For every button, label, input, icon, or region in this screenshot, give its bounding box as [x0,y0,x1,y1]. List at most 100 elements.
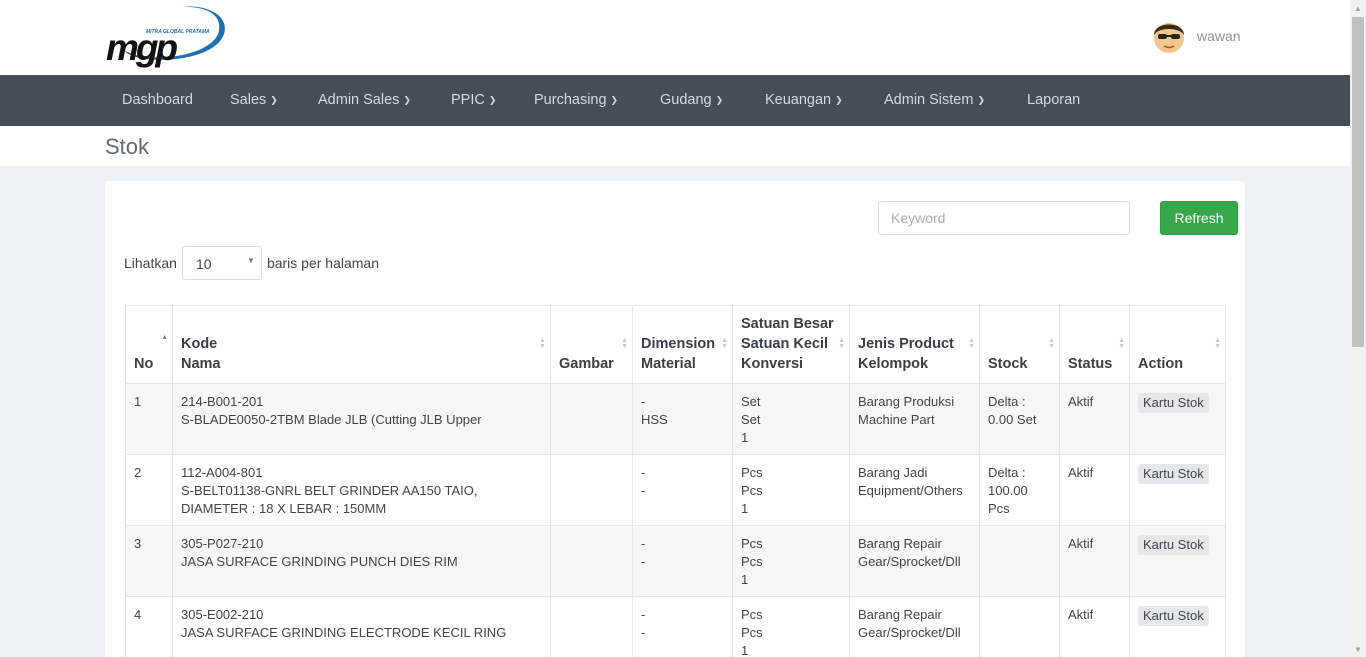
unit-conversion: 1 [741,572,749,587]
header-label: Dimension [641,336,716,352]
unit-small: Pcs [741,483,763,498]
search-input[interactable] [878,201,1130,235]
unit-large: Pcs [741,536,763,551]
sort-icon: ▲ ▼ [721,337,728,350]
column-header-action[interactable]: Action ▲ ▼ [1129,305,1226,384]
stock-panel: Refresh Lihatkan 10 ▼ baris per halaman … [105,181,1245,657]
scroll-up-icon[interactable]: ▲ [1354,4,1362,13]
product-type: Barang Repair [858,607,942,622]
item-dimension: - [641,536,646,551]
column-header-jenis-kelompok[interactable]: Jenis Product Kelompok ▲ ▼ [849,305,980,384]
company-logo[interactable]: mgp MITRA GLOBAL PRATAMA [104,4,230,68]
cell-satuan: Set Set 1 [732,383,850,455]
header-label: Nama [181,356,221,372]
column-header-status[interactable]: Status ▲ ▼ [1059,305,1130,384]
item-name: S-BLADE0050-2TBM Blade JLB (Cutting JLB … [181,412,482,427]
table-row: 4 305-E002-210 JASA SURFACE GRINDING ELEC… [125,596,1226,657]
cell-action: Kartu Stok [1129,383,1226,455]
header-label: Status [1068,356,1113,372]
nav-laporan[interactable]: Laporan [1027,75,1080,126]
nav-ppic[interactable]: PPIC ❯ [451,75,496,126]
cell-gambar [550,596,633,657]
nav-admin-sistem[interactable]: Admin Sistem ❯ [884,75,985,126]
item-name: JASA SURFACE GRINDING ELECTRODE KECIL RI… [181,625,507,640]
kartu-stok-button[interactable]: Kartu Stok [1138,535,1209,555]
product-group: Gear/Sprocket/Dll [858,625,961,640]
column-header-kode-nama[interactable]: Kode Nama ▲ ▼ [172,305,551,384]
nav-keuangan[interactable]: Keuangan ❯ [765,75,843,126]
stock-line: Pcs [988,501,1010,516]
cell-stock: Delta : 100.00 Pcs [979,454,1060,526]
username[interactable]: wawan [1197,28,1241,44]
user-menu[interactable]: wawan [1150,17,1241,55]
header-label: Kode [181,336,218,352]
nav-label: PPIC [451,92,485,108]
sort-icon: ▲ ▼ [1048,337,1055,350]
product-group: Machine Part [858,412,935,427]
item-name: JASA SURFACE GRINDING PUNCH DIES RIM [181,554,458,569]
unit-large: Pcs [741,607,763,622]
length-prefix-label: Lihatkan [124,255,177,271]
item-code: 214-B001-201 [181,394,264,409]
nav-label: Admin Sales [318,92,400,108]
cell-satuan: Pcs Pcs 1 [732,454,850,526]
column-header-no[interactable]: No ▲ [125,305,173,384]
nav-purchasing[interactable]: Purchasing ❯ [534,75,618,126]
cell-status: Aktif [1059,596,1130,657]
unit-conversion: 1 [741,501,749,516]
cell-jenis-kelompok: Barang Produksi Machine Part [849,383,980,455]
cell-stock [979,596,1060,657]
item-dimension: - [641,394,646,409]
nav-dashboard[interactable]: Dashboard [122,75,193,126]
kartu-stok-button[interactable]: Kartu Stok [1138,464,1209,484]
product-type: Barang Produksi [858,394,955,409]
scroll-down-icon[interactable]: ▼ [1354,645,1362,654]
scrollbar-thumb[interactable] [1352,17,1364,347]
stock-line: 100.00 [988,483,1028,498]
stock-table: No ▲ Kode Nama ▲ ▼ Gambar ▲ ▼ Dimension Materia… [125,305,1226,657]
item-material: HSS [641,412,668,427]
nav-label: Purchasing [534,92,607,108]
column-header-gambar[interactable]: Gambar ▲ ▼ [550,305,633,384]
cell-dimension-material: - HSS [632,383,733,455]
table-row: 1 214-B001-201 S-BLADE0050-2TBM Blade JLB… [125,383,1226,455]
kartu-stok-button[interactable]: Kartu Stok [1138,393,1209,413]
nav-sales[interactable]: Sales ❯ [230,75,278,126]
cell-status: Aktif [1059,525,1130,597]
header-label: Kelompok [858,356,929,372]
header-label: Material [641,356,696,372]
sort-icon: ▲ ▼ [838,337,845,350]
sort-icon: ▲ ▼ [968,337,975,350]
vertical-scrollbar[interactable]: ▲ ▼ [1350,0,1366,657]
cell-no: 4 [125,596,173,657]
chevron-down-icon: ❯ [715,95,724,105]
unit-small: Set [741,412,761,427]
page-length-select[interactable]: 10 ▼ [181,246,262,280]
cell-jenis-kelompok: Barang Repair Gear/Sprocket/Dll [849,525,980,597]
cell-status: Aktif [1059,383,1130,455]
cell-kode-nama: 214-B001-201 S-BLADE0050-2TBM Blade JLB (… [172,383,551,455]
header-label: No [134,356,154,372]
cell-kode-nama: 305-E002-210 JASA SURFACE GRINDING ELECTR… [172,596,551,657]
cell-no: 1 [125,383,173,455]
chevron-down-icon: ❯ [488,95,497,105]
item-material: - [641,625,646,640]
chevron-down-icon: ❯ [977,95,985,105]
kartu-stok-button[interactable]: Kartu Stok [1138,606,1209,626]
chevron-down-icon: ❯ [610,95,619,105]
column-header-dimension-material[interactable]: Dimension Material ▲ ▼ [632,305,733,384]
header-label: Satuan Kecil [741,336,829,352]
unit-large: Pcs [741,465,763,480]
sort-icon: ▲ ▼ [621,337,628,350]
column-header-stock[interactable]: Stock ▲ ▼ [979,305,1060,384]
nav-admin-sales[interactable]: Admin Sales ❯ [318,75,411,126]
column-header-satuan[interactable]: Satuan Besar Satuan Kecil Konversi ▲ ▼ [732,305,850,384]
item-dimension: - [641,607,646,622]
item-code: 305-P027-210 [181,536,264,551]
nav-gudang[interactable]: Gudang ❯ [660,75,723,126]
unit-large: Set [741,394,761,409]
cell-gambar [550,383,633,455]
page-length-control: Lihatkan 10 ▼ baris per halaman [124,246,379,280]
refresh-button[interactable]: Refresh [1160,201,1238,235]
header-label: Action [1138,356,1184,372]
